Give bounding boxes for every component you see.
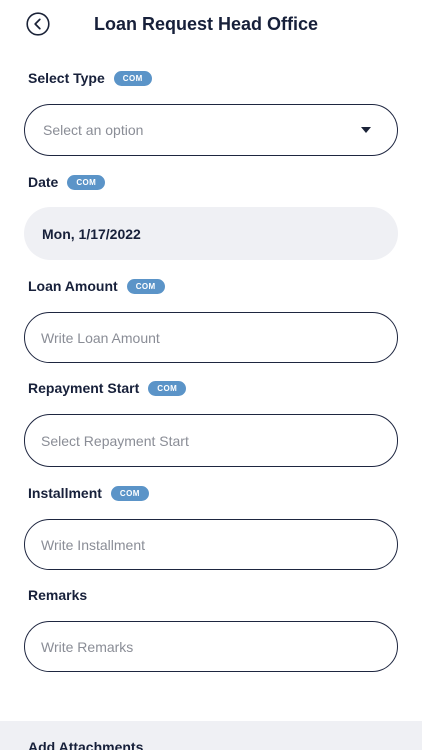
select-type-dropdown[interactable]: Select an option	[24, 104, 398, 156]
back-arrow-circle-icon	[26, 12, 50, 36]
repayment-start-label-row: Repayment Start COM	[28, 378, 187, 398]
select-type-placeholder: Select an option	[43, 122, 144, 138]
installment-label: Installment	[28, 485, 102, 501]
loan-amount-input[interactable]	[24, 312, 398, 363]
date-picker-field[interactable]: Mon, 1/17/2022	[24, 207, 398, 260]
select-type-label: Select Type	[28, 70, 105, 86]
installment-badge: COM	[110, 485, 149, 501]
installment-input[interactable]	[24, 519, 398, 570]
loan-amount-label-row: Loan Amount COM	[28, 276, 165, 296]
select-type-badge: COM	[113, 70, 152, 86]
installment-label-row: Installment COM	[28, 483, 149, 503]
date-badge: COM	[67, 174, 106, 190]
header-bar: Loan Request Head Office	[0, 0, 422, 50]
loan-amount-badge: COM	[126, 278, 165, 294]
back-button[interactable]	[26, 12, 50, 36]
remarks-label: Remarks	[28, 587, 88, 603]
page-title: Loan Request Head Office	[94, 14, 319, 34]
repayment-start-input[interactable]	[24, 414, 398, 467]
date-value: Mon, 1/17/2022	[42, 225, 141, 242]
loan-amount-label: Loan Amount	[28, 278, 118, 294]
dropdown-caret-icon	[361, 127, 371, 133]
remarks-label-row: Remarks	[28, 585, 87, 605]
repayment-start-label: Repayment Start	[28, 380, 140, 396]
select-type-label-row: Select Type COM	[28, 68, 152, 88]
remarks-input[interactable]	[24, 621, 398, 672]
attachments-section: Add Attachments	[0, 721, 422, 750]
attachments-title: Add Attachments	[28, 739, 144, 750]
repayment-start-badge: COM	[148, 380, 187, 396]
date-label-row: Date COM	[28, 172, 106, 192]
date-label: Date	[28, 174, 59, 190]
